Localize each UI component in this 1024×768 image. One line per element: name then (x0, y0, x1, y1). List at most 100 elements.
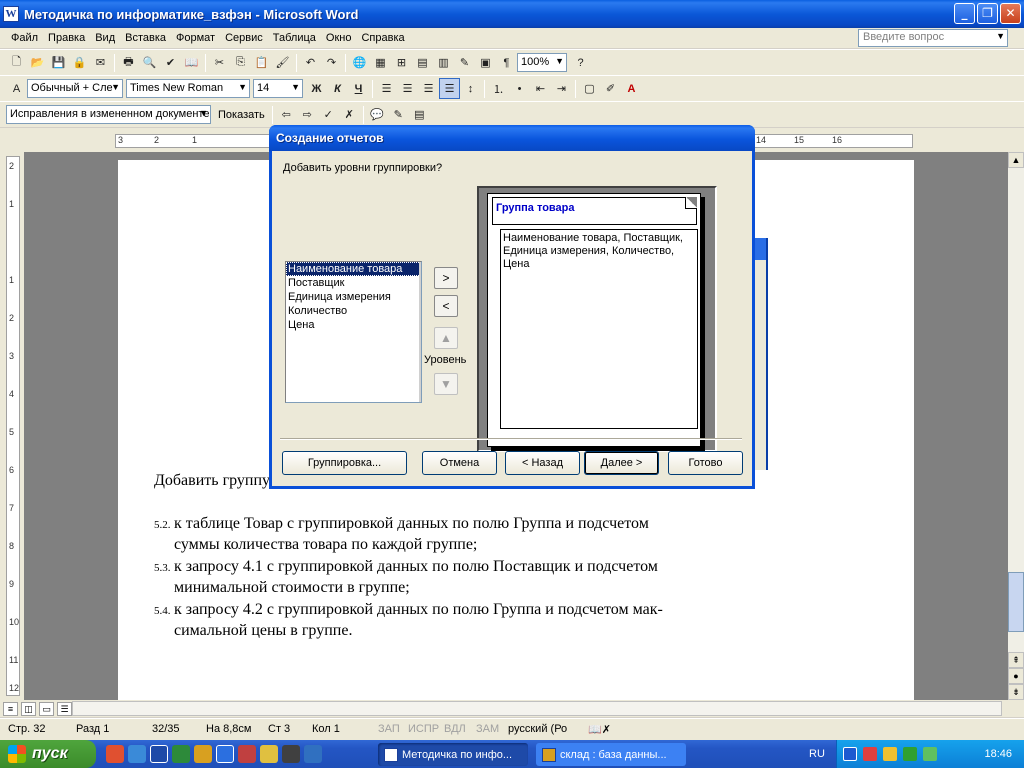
menu-tools[interactable]: Сервис (220, 32, 268, 44)
copy-icon[interactable]: ⎘ (230, 52, 251, 73)
language-indicator[interactable]: RU (809, 748, 825, 760)
close-button[interactable]: ✕ (1000, 3, 1021, 24)
show-menu-button[interactable]: Показать (214, 109, 269, 121)
menu-edit[interactable]: Правка (43, 32, 90, 44)
align-left-icon[interactable]: ☰ (376, 78, 397, 99)
access-icon[interactable] (194, 745, 212, 763)
spelling-status-icon[interactable]: 📖✗ (588, 723, 611, 736)
decrease-indent-icon[interactable]: ⇤ (530, 78, 551, 99)
task-word-document[interactable]: Методичка по инфо... (378, 743, 528, 766)
vertical-ruler[interactable]: 2 1 1 2 3 4 5 6 7 8 9 10 11 12 (0, 152, 24, 700)
columns-icon[interactable]: ▥ (433, 52, 454, 73)
help-icon[interactable]: ? (570, 52, 591, 73)
tray-arrow-icon[interactable] (843, 747, 857, 761)
email-icon[interactable]: ✉ (90, 52, 111, 73)
tool-icon[interactable] (304, 745, 322, 763)
format-painter-icon[interactable]: 🖌 (272, 52, 293, 73)
next-button[interactable]: Далее > (584, 451, 659, 475)
undo-icon[interactable]: ↶ (300, 52, 321, 73)
hyperlink-icon[interactable]: 🌐 (349, 52, 370, 73)
word-icon[interactable] (150, 745, 168, 763)
new-document-icon[interactable]: 🗋 (6, 52, 27, 73)
line-spacing-icon[interactable]: ↕ (460, 78, 481, 99)
increase-indent-icon[interactable]: ⇥ (551, 78, 572, 99)
grouping-options-button[interactable]: Группировка... (282, 451, 407, 475)
start-button[interactable]: пуск (0, 740, 96, 768)
word-app-icon[interactable]: W (3, 6, 19, 22)
scroll-up-icon[interactable]: ▲ (1008, 152, 1024, 168)
italic-button[interactable]: К (327, 78, 348, 99)
menu-window[interactable]: Окно (321, 32, 357, 44)
security-icon[interactable] (923, 747, 937, 761)
print-view-icon[interactable]: ▭ (39, 701, 54, 716)
task-database[interactable]: склад : база данны... (536, 743, 686, 766)
restore-button[interactable]: ❐ (977, 3, 998, 24)
insert-excel-icon[interactable]: ▤ (412, 52, 433, 73)
zoom-select[interactable]: 100% ▼ (517, 53, 567, 72)
justify-icon[interactable]: ☰ (439, 78, 460, 99)
field-item[interactable]: Единица измерения (286, 290, 421, 304)
borders-icon[interactable]: ▢ (579, 78, 600, 99)
next-page-icon[interactable]: ⇟ (1008, 684, 1024, 700)
align-center-icon[interactable]: ☰ (397, 78, 418, 99)
status-extend[interactable]: ВДЛ (444, 723, 466, 735)
outline-view-icon[interactable]: ☰ (57, 701, 72, 716)
document-text[interactable]: Добавить группу товара в уровень группир… (154, 470, 774, 642)
desktop-icon[interactable] (216, 745, 234, 763)
previous-page-icon[interactable]: ⇞ (1008, 652, 1024, 668)
select-browse-icon[interactable]: ● (1008, 668, 1024, 684)
style-select[interactable]: Обычный + Сле ▼ (27, 79, 123, 98)
list-item[interactable]: 5.2. к таблице Товар с группировкой данн… (154, 513, 774, 556)
web-view-icon[interactable]: ◫ (21, 701, 36, 716)
font-size-select[interactable]: 14 ▼ (253, 79, 303, 98)
wizard-title[interactable]: Создание отчетов (269, 125, 755, 151)
scroll-thumb[interactable] (1008, 572, 1024, 632)
chevron-down-icon[interactable]: ▼ (996, 31, 1005, 41)
save-icon[interactable]: 💾 (48, 52, 69, 73)
print-icon[interactable]: 🖶 (118, 52, 139, 73)
underline-button[interactable]: Ч (348, 78, 369, 99)
spelling-icon[interactable]: ✔ (160, 52, 181, 73)
menu-insert[interactable]: Вставка (120, 32, 171, 44)
volume-icon[interactable] (903, 747, 917, 761)
help-question-input[interactable]: Введите вопрос ▼ (858, 29, 1008, 47)
open-folder-icon[interactable]: 📂 (27, 52, 48, 73)
cancel-button[interactable]: Отмена (422, 451, 497, 475)
clock[interactable]: 18:46 (984, 748, 1012, 760)
field-item[interactable]: Цена (286, 318, 421, 332)
available-fields-list[interactable]: Наименование товара Поставщик Единица из… (285, 261, 422, 403)
reviewing-pane-icon[interactable]: ▤ (409, 104, 430, 125)
reject-change-icon[interactable]: ✗ (339, 104, 360, 125)
status-record[interactable]: ЗАП (378, 723, 400, 735)
remove-group-level-button[interactable]: < (434, 295, 458, 317)
menu-file[interactable]: Файл (6, 32, 43, 44)
add-group-level-button[interactable]: > (434, 267, 458, 289)
highlight-icon[interactable]: ✐ (600, 78, 621, 99)
minimize-button[interactable]: _ (954, 3, 975, 24)
finish-button[interactable]: Готово (668, 451, 743, 475)
app-icon[interactable] (238, 745, 256, 763)
font-select[interactable]: Times New Roman ▼ (126, 79, 250, 98)
menu-view[interactable]: Вид (90, 32, 120, 44)
insert-table-icon[interactable]: ⊞ (391, 52, 412, 73)
accept-change-icon[interactable]: ✓ (318, 104, 339, 125)
insert-comment-icon[interactable]: 💬 (367, 104, 388, 125)
next-change-icon[interactable]: ⇨ (297, 104, 318, 125)
menu-help[interactable]: Справка (356, 32, 409, 44)
tables-borders-icon[interactable]: ▦ (370, 52, 391, 73)
priority-down-icon[interactable]: ▼ (434, 373, 458, 395)
document-map-icon[interactable]: ▣ (475, 52, 496, 73)
title-bar[interactable]: W Методичка по информатике_взфэн - Micro… (0, 0, 1024, 28)
priority-up-icon[interactable]: ▲ (434, 327, 458, 349)
back-button[interactable]: < Назад (505, 451, 580, 475)
normal-view-icon[interactable]: ≡ (3, 701, 18, 716)
network-icon[interactable] (883, 747, 897, 761)
list-item[interactable]: 5.4. к запросу 4.2 с группировкой данных… (154, 599, 774, 642)
print-preview-icon[interactable]: 🔍 (139, 52, 160, 73)
bold-button[interactable]: Ж (306, 78, 327, 99)
redo-icon[interactable]: ↷ (321, 52, 342, 73)
field-item[interactable]: Поставщик (286, 276, 421, 290)
archive-icon[interactable] (282, 745, 300, 763)
excel-icon[interactable] (172, 745, 190, 763)
display-for-review-select[interactable]: Исправления в измененном документе ▼ (6, 105, 211, 124)
